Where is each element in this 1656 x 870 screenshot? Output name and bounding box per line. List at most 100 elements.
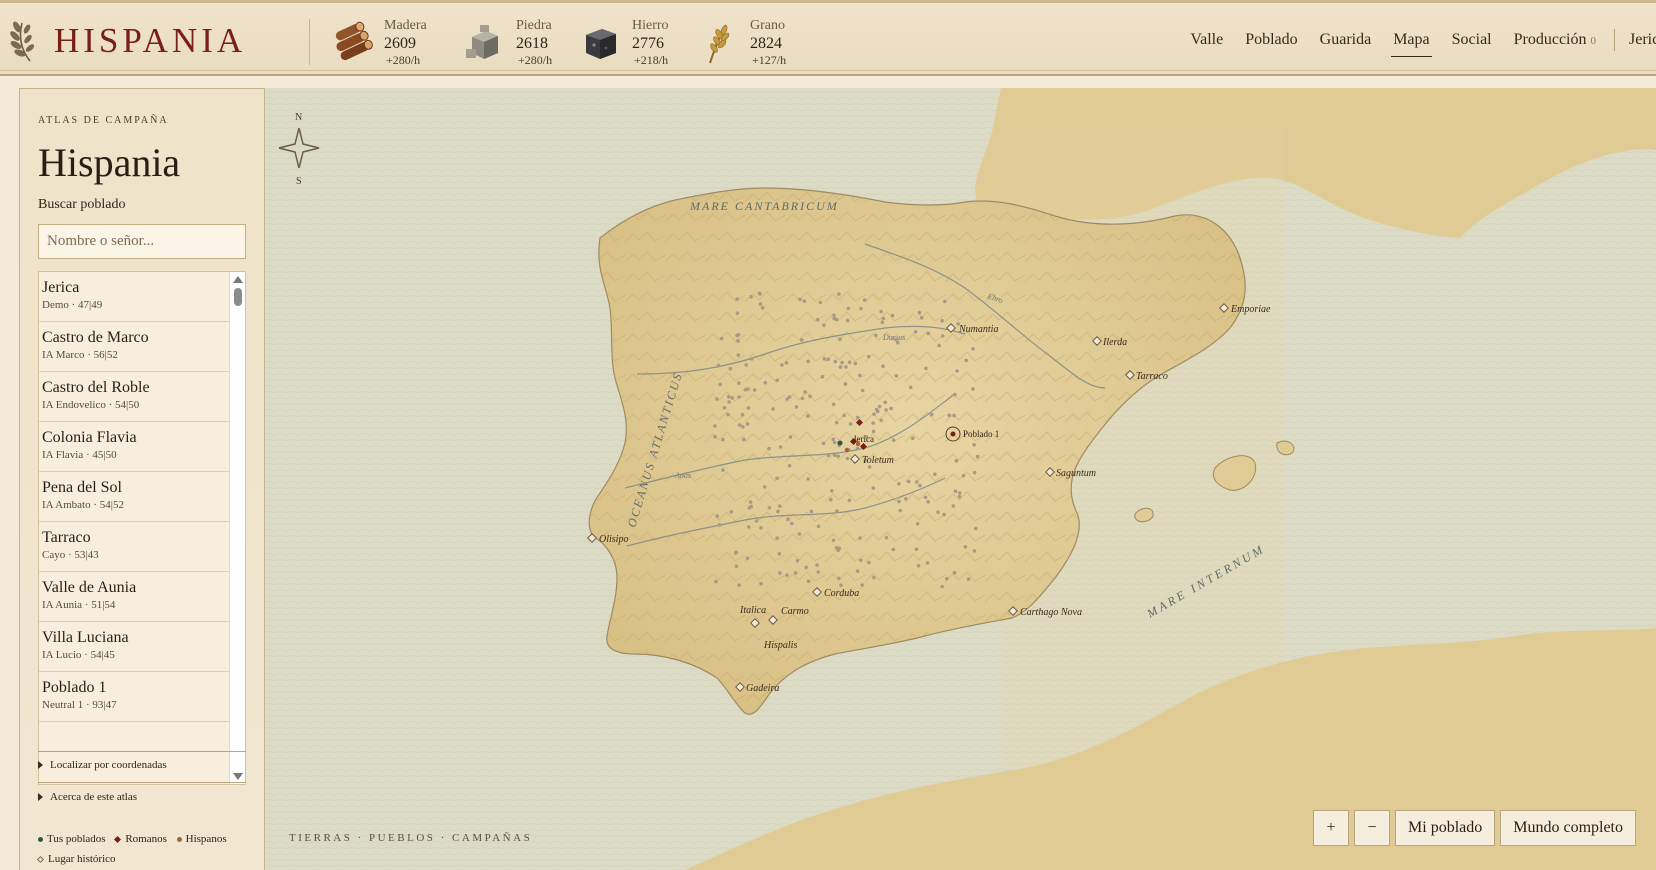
- settlement-dot[interactable]: [923, 495, 928, 500]
- settlement-dot[interactable]: [752, 388, 757, 392]
- settlement-dot[interactable]: [743, 388, 748, 392]
- settlement-dot[interactable]: [744, 363, 748, 367]
- settlement-dot[interactable]: [925, 561, 930, 565]
- settlement-dot[interactable]: [832, 313, 836, 318]
- settlement-dot[interactable]: [879, 309, 883, 314]
- settlement-dot[interactable]: [858, 536, 862, 540]
- settlement-dot[interactable]: [822, 357, 827, 361]
- settlement-dot[interactable]: [943, 299, 947, 304]
- nav-valle[interactable]: Valle: [1190, 31, 1223, 49]
- settlement-dot[interactable]: [821, 441, 826, 446]
- settlement-dot[interactable]: [776, 509, 780, 514]
- settlement-dot[interactable]: [775, 536, 779, 540]
- settlement-dot[interactable]: [915, 522, 920, 526]
- settlement-dot[interactable]: [721, 468, 725, 472]
- settlement-dot[interactable]: [883, 400, 887, 405]
- settlement-dot[interactable]: [844, 365, 848, 369]
- settlement-dot[interactable]: [809, 509, 814, 514]
- settlement-dot[interactable]: [954, 458, 959, 463]
- settlement-dot[interactable]: [727, 395, 731, 399]
- whole-world-button[interactable]: Mundo completo: [1500, 810, 1636, 846]
- settlement-dot[interactable]: [953, 489, 958, 494]
- about-atlas-toggle[interactable]: Acerca de este atlas: [38, 791, 137, 803]
- settlement-dot[interactable]: [897, 482, 901, 486]
- settlement-dot[interactable]: [767, 506, 772, 510]
- settlement-dot[interactable]: [877, 404, 882, 409]
- settlement-dot[interactable]: [898, 508, 902, 513]
- settlement-dot[interactable]: [762, 485, 767, 489]
- settlement-dot[interactable]: [727, 400, 731, 404]
- settlement-dot[interactable]: [806, 414, 810, 418]
- settlement-dot[interactable]: [758, 302, 763, 306]
- settlement-dot[interactable]: [793, 571, 798, 575]
- settlement-dot[interactable]: [848, 422, 853, 426]
- nav-mapa[interactable]: Mapa: [1391, 31, 1433, 57]
- settlement-dot[interactable]: [952, 570, 957, 575]
- settlement-dot[interactable]: [835, 509, 839, 513]
- settlement-dot[interactable]: [767, 446, 771, 451]
- settlement-dot[interactable]: [945, 576, 949, 581]
- settlement-dot[interactable]: [797, 532, 802, 536]
- settlement-dot[interactable]: [728, 366, 733, 371]
- settlement-dot[interactable]: [759, 526, 763, 530]
- settlement-dot[interactable]: [871, 421, 875, 425]
- settlement-dot[interactable]: [871, 486, 876, 490]
- settlement-dot[interactable]: [778, 504, 782, 508]
- settlement-dot[interactable]: [816, 570, 820, 574]
- settlement-dot[interactable]: [759, 582, 763, 586]
- nav-guarida[interactable]: Guarida: [1320, 31, 1372, 49]
- settlement-dot[interactable]: [897, 499, 901, 504]
- settlement-dot[interactable]: [798, 297, 802, 302]
- settlement-dot[interactable]: [734, 551, 738, 555]
- campaign-map[interactable]: N S MARE CANTABRICUM OCEANUS ATLANTICUS …: [265, 88, 1656, 870]
- settlement-dot[interactable]: [715, 514, 720, 518]
- settlement-dot[interactable]: [746, 406, 751, 410]
- settlement-dot[interactable]: [748, 500, 753, 504]
- settlement-dot[interactable]: [715, 397, 719, 401]
- settlement-dot[interactable]: [891, 336, 895, 341]
- settlement-dot[interactable]: [884, 535, 889, 540]
- settlement-dot[interactable]: [790, 521, 794, 526]
- settlement-dot[interactable]: [734, 564, 739, 568]
- settlement-dot[interactable]: [833, 359, 838, 364]
- settlement-dot[interactable]: [972, 470, 977, 475]
- settlement-dot[interactable]: [918, 483, 922, 488]
- settlement-dot[interactable]: [961, 473, 966, 478]
- settlement-dot[interactable]: [719, 336, 724, 341]
- settlement-dot[interactable]: [953, 392, 957, 397]
- settlement-dot[interactable]: [818, 300, 823, 305]
- settlement-dot[interactable]: [972, 443, 976, 447]
- settlement-dot[interactable]: [836, 454, 840, 459]
- settlement-dot[interactable]: [881, 364, 885, 369]
- nav-produccion[interactable]: Producción 0: [1514, 31, 1596, 49]
- settlement-dot[interactable]: [834, 420, 839, 425]
- settlement-dot[interactable]: [940, 318, 944, 323]
- settlement-dot[interactable]: [951, 504, 956, 508]
- settlement-dot[interactable]: [737, 381, 741, 385]
- search-input[interactable]: [38, 224, 246, 259]
- settlement-dot[interactable]: [847, 498, 852, 503]
- list-item[interactable]: Villa Luciana IA Lucio · 54|45: [39, 622, 231, 672]
- settlement-dot[interactable]: [866, 354, 871, 359]
- settlement-dot[interactable]: [862, 298, 867, 302]
- settlement-dot[interactable]: [726, 412, 730, 417]
- settlement-dot[interactable]: [737, 395, 741, 399]
- settlement-dot[interactable]: [826, 357, 830, 362]
- settlement-dot[interactable]: [926, 331, 931, 336]
- settlement-dot[interactable]: [872, 412, 876, 417]
- settlement-dot[interactable]: [940, 584, 944, 589]
- settlement-dot[interactable]: [799, 338, 804, 342]
- settlement-dot[interactable]: [837, 546, 842, 551]
- my-town-button[interactable]: Mi poblado: [1395, 810, 1496, 846]
- list-item[interactable]: Valle de Aunia IA Aunia · 51|54: [39, 572, 231, 622]
- user-menu[interactable]: Jerica: [1629, 31, 1656, 49]
- list-item[interactable]: Castro de Marco IA Marco · 56|52: [39, 322, 231, 372]
- settlement-dot[interactable]: [917, 310, 922, 315]
- settlement-dot[interactable]: [955, 369, 959, 373]
- settlement-dot[interactable]: [839, 583, 843, 587]
- settlement-dot[interactable]: [815, 317, 820, 322]
- settlement-dot[interactable]: [718, 382, 722, 387]
- settlement-dot[interactable]: [974, 526, 978, 531]
- settlement-dot[interactable]: [777, 552, 782, 556]
- settlement-dot[interactable]: [721, 437, 725, 442]
